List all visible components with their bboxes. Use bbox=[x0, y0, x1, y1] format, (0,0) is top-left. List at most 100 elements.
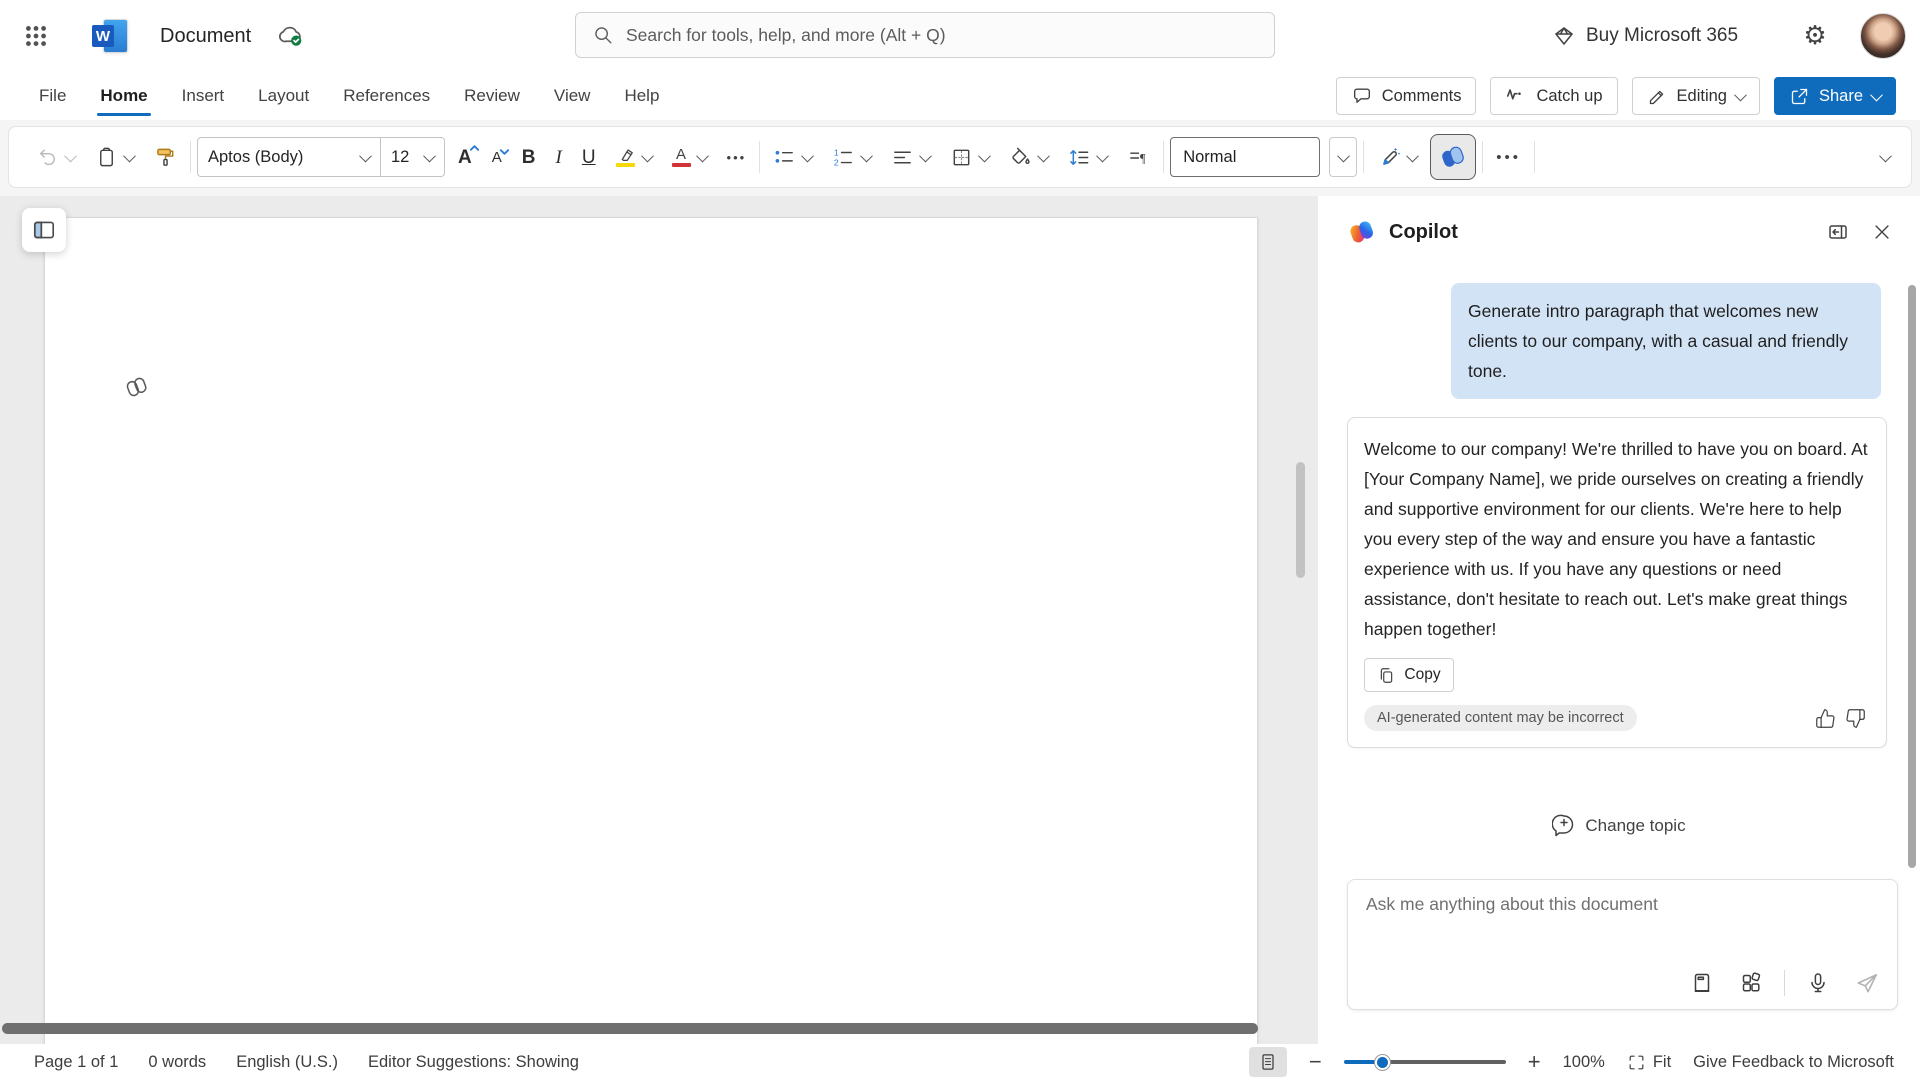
tab-help[interactable]: Help bbox=[611, 72, 672, 120]
paint-bucket-icon bbox=[1012, 147, 1030, 164]
ribbon-more-options-button[interactable]: ••• bbox=[1489, 143, 1528, 172]
italic-button[interactable]: I bbox=[548, 142, 568, 173]
thumbs-down-button[interactable] bbox=[1840, 703, 1870, 733]
font-size-combobox[interactable]: 12 bbox=[380, 138, 444, 176]
response-footer: AI-generated content may be incorrect bbox=[1364, 703, 1870, 733]
divider bbox=[1533, 141, 1535, 173]
shading-button[interactable] bbox=[1002, 140, 1055, 175]
prompt-guide-button[interactable] bbox=[1686, 967, 1718, 999]
borders-button[interactable] bbox=[943, 140, 996, 175]
format-painter-button[interactable] bbox=[147, 140, 184, 175]
close-icon bbox=[1875, 225, 1889, 239]
chevron-down-icon bbox=[359, 149, 372, 162]
zoom-slider[interactable] bbox=[1343, 1054, 1506, 1070]
document-page[interactable] bbox=[44, 217, 1258, 1044]
page-view-button[interactable] bbox=[1248, 1047, 1287, 1077]
tab-view[interactable]: View bbox=[541, 72, 604, 120]
styles-combobox[interactable]: Normal bbox=[1170, 137, 1321, 177]
zoom-in-button[interactable]: + bbox=[1528, 1051, 1541, 1073]
tab-review[interactable]: Review bbox=[451, 72, 533, 120]
document-vertical-scrollbar[interactable] bbox=[1296, 462, 1305, 578]
numbered-list-button[interactable]: 1 2 bbox=[825, 140, 878, 175]
close-panel-button[interactable] bbox=[1866, 216, 1898, 248]
zoom-percent[interactable]: 100% bbox=[1563, 1053, 1605, 1072]
paste-button[interactable] bbox=[88, 140, 141, 175]
tab-references[interactable]: References bbox=[330, 72, 443, 120]
zoom-out-button[interactable]: − bbox=[1309, 1051, 1322, 1073]
dock-panel-button[interactable] bbox=[1822, 216, 1854, 248]
settings-gear-icon[interactable]: ⚙ bbox=[1798, 19, 1832, 53]
cloud-saved-icon[interactable] bbox=[275, 22, 309, 50]
search-bar[interactable] bbox=[575, 12, 1275, 58]
tab-layout[interactable]: Layout bbox=[245, 72, 322, 120]
editing-mode-button[interactable]: Editing bbox=[1631, 77, 1760, 115]
buy-microsoft-365-link[interactable]: Buy Microsoft 365 bbox=[1552, 0, 1738, 72]
copilot-panel: Copilot Generate intro paragraph that we… bbox=[1318, 196, 1920, 1044]
shrink-font-button[interactable]: A bbox=[485, 144, 509, 171]
copilot-input[interactable] bbox=[1348, 880, 1897, 950]
app-launcher-icon[interactable] bbox=[18, 18, 54, 54]
underline-button[interactable]: U bbox=[575, 142, 603, 173]
catch-up-button[interactable]: Catch up bbox=[1490, 77, 1618, 115]
in-document-copilot-icon[interactable] bbox=[124, 374, 150, 400]
fit-button[interactable]: Fit bbox=[1627, 1053, 1671, 1072]
paragraph-settings-button[interactable]: ¶ bbox=[1120, 140, 1157, 175]
word-app-icon[interactable]: W bbox=[92, 17, 130, 55]
tab-home[interactable]: Home bbox=[87, 72, 160, 120]
comments-button[interactable]: Comments bbox=[1335, 77, 1477, 115]
document-title[interactable]: Document bbox=[160, 0, 251, 72]
highlight-button[interactable] bbox=[609, 141, 659, 173]
copy-icon bbox=[1381, 667, 1393, 683]
page-count-status[interactable]: Page 1 of 1 bbox=[34, 1053, 118, 1072]
copilot-toggle-button[interactable] bbox=[1430, 134, 1477, 180]
borders-icon bbox=[953, 149, 970, 165]
active-tab-underline bbox=[97, 112, 151, 116]
zoom-slider-thumb[interactable] bbox=[1374, 1054, 1390, 1070]
dictate-button[interactable] bbox=[1802, 967, 1834, 999]
bullet-list-button[interactable] bbox=[766, 140, 819, 175]
tab-insert[interactable]: Insert bbox=[169, 72, 238, 120]
account-avatar[interactable] bbox=[1860, 13, 1906, 59]
tab-file[interactable]: File bbox=[26, 72, 79, 120]
copilot-response-card: Welcome to our company! We're thrilled t… bbox=[1347, 417, 1887, 748]
designer-button[interactable] bbox=[1370, 139, 1424, 175]
chevron-down-icon bbox=[1734, 88, 1747, 101]
caret-down-icon bbox=[499, 148, 509, 155]
plugins-button[interactable] bbox=[1735, 967, 1767, 999]
styles-dropdown-button[interactable] bbox=[1329, 137, 1358, 177]
divider bbox=[1784, 970, 1785, 996]
chevron-down-icon bbox=[695, 149, 709, 162]
copilot-panel-scrollbar[interactable] bbox=[1908, 285, 1916, 868]
copilot-response-text: Welcome to our company! We're thrilled t… bbox=[1364, 439, 1868, 639]
svg-text:1: 1 bbox=[834, 147, 839, 157]
chevron-down-icon bbox=[1879, 149, 1892, 162]
chevron-down-icon bbox=[1096, 149, 1110, 162]
send-button[interactable] bbox=[1851, 967, 1883, 999]
menu-bar: File Home Insert Layout References Revie… bbox=[0, 72, 1920, 120]
navigation-pane-toggle-button[interactable] bbox=[22, 208, 66, 252]
document-horizontal-scrollbar[interactable] bbox=[2, 1023, 1258, 1034]
copilot-panel-title: Copilot bbox=[1389, 220, 1458, 243]
feedback-link[interactable]: Give Feedback to Microsoft bbox=[1693, 1053, 1894, 1072]
collapse-ribbon-button[interactable] bbox=[1874, 147, 1897, 168]
bold-button[interactable]: B bbox=[515, 142, 543, 173]
thumbs-up-button[interactable] bbox=[1810, 703, 1840, 733]
share-button[interactable]: Share bbox=[1773, 77, 1896, 115]
send-icon bbox=[1857, 974, 1878, 993]
change-topic-button[interactable]: Change topic bbox=[1542, 808, 1695, 844]
more-font-options-button[interactable]: ••• bbox=[720, 144, 754, 171]
word-count-status[interactable]: 0 words bbox=[148, 1053, 206, 1072]
line-spacing-button[interactable] bbox=[1061, 140, 1114, 175]
font-name-combobox[interactable]: Aptos (Body) bbox=[198, 138, 380, 176]
copy-button[interactable]: Copy bbox=[1364, 658, 1454, 692]
font-color-button[interactable]: A bbox=[665, 142, 714, 173]
alignment-button[interactable] bbox=[884, 140, 937, 175]
language-status[interactable]: English (U.S.) bbox=[236, 1053, 338, 1072]
thumbs-down-icon bbox=[1845, 708, 1865, 728]
search-input[interactable] bbox=[626, 24, 1258, 46]
undo-button[interactable] bbox=[29, 140, 82, 175]
editor-suggestions-status[interactable]: Editor Suggestions: Showing bbox=[368, 1053, 579, 1072]
status-right: − + 100% Fit Give Feedback to Microsoft bbox=[1248, 1047, 1920, 1077]
user-prompt-bubble: Generate intro paragraph that welcomes n… bbox=[1451, 283, 1881, 399]
grow-font-button[interactable]: A bbox=[451, 142, 479, 173]
